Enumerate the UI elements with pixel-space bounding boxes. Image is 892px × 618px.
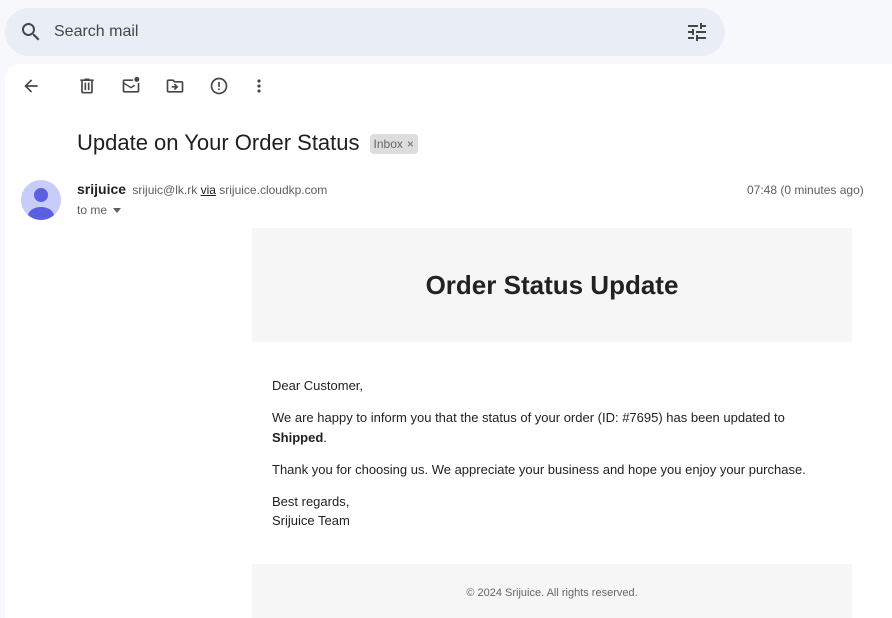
email-body: Order Status Update Dear Customer, We ar… (252, 228, 852, 618)
email-footer: © 2024 Srijuice. All rights reserved. (252, 564, 852, 618)
report-spam-button[interactable] (209, 76, 229, 96)
greeting: Dear Customer, (272, 378, 364, 393)
email-header-banner: Order Status Update (252, 228, 852, 342)
via-link[interactable]: via (201, 183, 216, 197)
label-text: Inbox (373, 137, 403, 151)
chevron-down-icon (113, 207, 122, 213)
search-input[interactable]: Search mail (54, 8, 138, 56)
via-domain: srijuice.cloudkp.com (219, 183, 328, 197)
avatar (21, 180, 61, 220)
signoff: Best regards, Srijuice Team (272, 492, 832, 530)
thanks-paragraph: Thank you for choosing us. We appreciate… (272, 462, 806, 477)
message-view: Update on Your Order Status Inbox × srij… (5, 64, 892, 618)
email-header-title: Order Status Update (425, 269, 679, 300)
email-content: Dear Customer, We are happy to inform yo… (252, 342, 852, 530)
move-to-folder-icon (166, 79, 184, 93)
filter-options-icon[interactable] (685, 20, 709, 44)
more-button[interactable] (249, 76, 269, 96)
team-name: Srijuice Team (272, 513, 350, 528)
recipient-text: to me (77, 203, 108, 217)
status-period: . (323, 430, 327, 445)
regards: Best regards, (272, 494, 350, 509)
message-timestamp: 07:48 (0 minutes ago) (747, 183, 864, 197)
remove-label-icon[interactable]: × (407, 137, 414, 151)
status-paragraph: We are happy to inform you that the stat… (272, 408, 832, 448)
back-button[interactable] (21, 76, 41, 96)
mark-unread-icon (122, 76, 140, 93)
order-status: Shipped (272, 430, 324, 445)
more-vert-icon (257, 79, 261, 93)
report-spam-icon (210, 77, 228, 95)
sender-email: srijuic@lk.rk (132, 183, 198, 197)
email-subject: Update on Your Order Status (77, 130, 360, 155)
search-bar[interactable]: Search mail (5, 8, 725, 56)
status-text: We are happy to inform you that the stat… (272, 410, 785, 425)
move-to-button[interactable] (165, 76, 185, 96)
inbox-label-chip[interactable]: Inbox × (369, 134, 418, 154)
sender-info: srijuice srijuic@lk.rk via srijuice.clou… (77, 181, 327, 197)
delete-button[interactable] (77, 76, 97, 96)
recipient-details-toggle[interactable]: to me (77, 203, 122, 217)
mark-unread-button[interactable] (121, 76, 141, 96)
search-icon[interactable] (19, 20, 43, 44)
person-icon (28, 188, 54, 220)
trash-icon (80, 78, 94, 94)
message-toolbar (5, 64, 892, 112)
subject-row: Update on Your Order Status Inbox × (77, 130, 418, 156)
sender-name: srijuice (77, 181, 127, 197)
arrow-back-icon (24, 79, 38, 93)
